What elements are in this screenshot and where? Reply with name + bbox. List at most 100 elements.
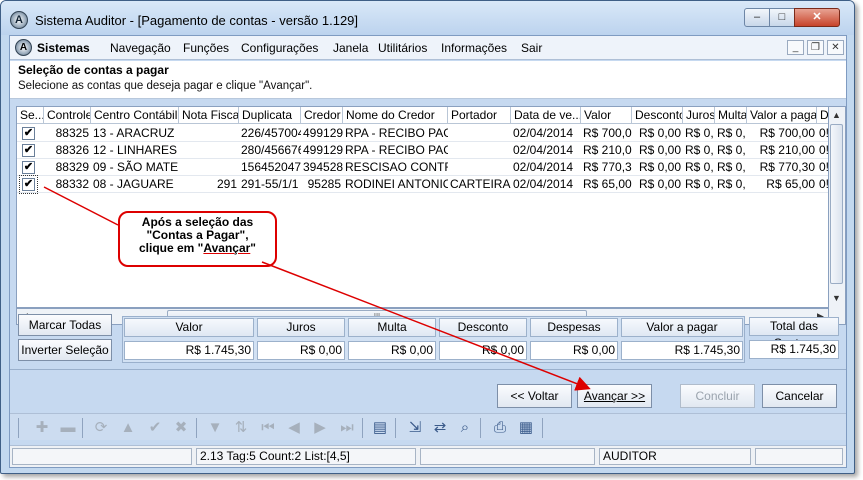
maximize-button[interactable]: □ — [769, 8, 795, 27]
menu-utilitarios[interactable]: Utilitários — [378, 41, 427, 55]
cell-duplicata[interactable]: 1564520471 — [239, 159, 301, 176]
col-header-nota-fiscal[interactable]: Nota Fiscal — [179, 107, 239, 124]
import-icon[interactable]: ⇄ — [430, 418, 450, 438]
scroll-down-icon[interactable]: ▼ — [829, 291, 844, 306]
cell-valor[interactable]: R$ 65,00 — [581, 176, 632, 193]
cell-nome[interactable]: RESCISAO CONTRA — [343, 159, 448, 176]
cell-controle[interactable]: 88329 — [44, 159, 91, 176]
menu-sair[interactable]: Sair — [521, 41, 542, 55]
cell-d[interactable]: 0! — [817, 125, 828, 142]
cell-centro[interactable]: 13 - ARACRUZ — [91, 125, 179, 142]
cell-d[interactable]: 0! — [817, 142, 828, 159]
cell-duplicata[interactable]: 226/457004 — [239, 125, 301, 142]
cell-nota[interactable]: 291 — [179, 176, 239, 193]
up-icon[interactable]: ▲ — [118, 418, 138, 438]
col-header-controle[interactable]: Controle — [44, 107, 91, 124]
print-icon[interactable]: ⎙ — [490, 418, 510, 438]
cell-desconto[interactable]: R$ 0,00 — [632, 176, 683, 193]
cancel-icon[interactable]: ✖ — [171, 418, 191, 438]
col-header-valor[interactable]: Valor — [581, 107, 632, 124]
cell-credor[interactable]: 394528 — [301, 159, 343, 176]
cell-valor-pagar[interactable]: R$ 210,00 — [747, 142, 817, 159]
cell-nota[interactable] — [179, 159, 239, 176]
avancar-button[interactable]: Avançar >> — [577, 384, 652, 408]
col-header-nome-credor[interactable]: Nome do Credor — [343, 107, 448, 124]
col-header-duplicata[interactable]: Duplicata — [239, 107, 301, 124]
table-row[interactable]: ✔ 88326 12 - LINHARES (280/456676 499129 RPA… — [17, 142, 828, 159]
scroll-up-icon[interactable]: ▲ — [829, 108, 844, 123]
cell-data[interactable]: 02/04/2014 — [511, 176, 581, 193]
menu-funcoes[interactable]: Funções — [183, 41, 229, 55]
cancelar-button[interactable]: Cancelar — [762, 384, 837, 408]
sort-icon[interactable]: ⇅ — [231, 418, 251, 438]
col-header-d[interactable]: D — [817, 107, 828, 124]
plus-icon[interactable]: ✚ — [32, 418, 52, 438]
last-icon[interactable]: ⏭ — [337, 418, 357, 438]
cell-centro[interactable]: 08 - JAGUARE — [91, 176, 179, 193]
menu-configuracoes[interactable]: Configurações — [241, 41, 318, 55]
cell-multa[interactable]: R$ 0, — [715, 125, 747, 142]
cell-portador[interactable]: CARTEIRA — [448, 176, 511, 193]
cell-multa[interactable]: R$ 0, — [715, 142, 747, 159]
menu-app-icon[interactable]: A — [15, 39, 32, 56]
cell-desconto[interactable]: R$ 0,00 — [632, 142, 683, 159]
cell-multa[interactable]: R$ 0, — [715, 176, 747, 193]
mdi-minimize-button[interactable]: _ — [787, 40, 804, 55]
mdi-restore-button[interactable]: ❐ — [807, 40, 824, 55]
minus-icon[interactable]: ▬ — [58, 418, 78, 438]
mdi-close-button[interactable]: ✕ — [827, 40, 844, 55]
col-header-desconto[interactable]: Desconto — [632, 107, 683, 124]
cell-nota[interactable] — [179, 125, 239, 142]
vertical-scrollbar[interactable]: ▲ ▼ — [829, 106, 846, 325]
prev-icon[interactable]: ◀ — [284, 418, 304, 438]
check-icon[interactable]: ✔ — [145, 418, 165, 438]
cell-nome[interactable]: RODINEI ANTONIO — [343, 176, 448, 193]
cell-valor[interactable]: R$ 210,0 — [581, 142, 632, 159]
table-row[interactable]: ✔ 88325 13 - ARACRUZ 226/457004 499129 RPA - … — [17, 125, 828, 142]
menu-sistemas[interactable]: Sistemas — [37, 41, 90, 55]
table-row[interactable]: ✔ 88332 08 - JAGUARE 291 291-55/1/1 95285 RODI… — [17, 175, 828, 194]
col-header-centro-contabil[interactable]: Centro Contábil — [91, 107, 179, 124]
filter-icon[interactable]: ▼ — [205, 418, 225, 438]
cell-juros[interactable]: R$ 0, — [683, 176, 715, 193]
cell-portador[interactable] — [448, 142, 511, 159]
close-button[interactable]: ✕ — [794, 8, 840, 27]
cell-valor-pagar[interactable]: R$ 770,30 — [747, 159, 817, 176]
cell-portador[interactable] — [448, 159, 511, 176]
cell-d[interactable]: 0! — [817, 159, 828, 176]
cell-duplicata[interactable]: 291-55/1/1 — [239, 176, 301, 193]
cell-controle[interactable]: 88326 — [44, 142, 91, 159]
cell-credor[interactable]: 499129 — [301, 142, 343, 159]
cell-desconto[interactable]: R$ 0,00 — [632, 159, 683, 176]
marcar-todas-button[interactable]: Marcar Todas — [18, 314, 112, 336]
cell-valor[interactable]: R$ 700,0 — [581, 125, 632, 142]
find-icon[interactable]: ⌕ — [455, 418, 475, 438]
title-bar[interactable]: A Sistema Auditor - [Pagamento de contas… — [1, 1, 854, 35]
cell-d[interactable]: 0! — [817, 176, 828, 193]
col-header-juros[interactable]: Juros — [683, 107, 715, 124]
row-select-checkbox[interactable]: ✔ — [22, 144, 35, 157]
col-header-portador[interactable]: Portador — [448, 107, 511, 124]
cell-data[interactable]: 02/04/2014 — [511, 125, 581, 142]
menu-informacoes[interactable]: Informações — [441, 41, 507, 55]
minimize-button[interactable]: – — [744, 8, 770, 27]
cell-credor[interactable]: 499129 — [301, 125, 343, 142]
col-header-valor-pagar[interactable]: Valor a pagar — [747, 107, 817, 124]
print-preview-icon[interactable]: ▤ — [370, 418, 390, 438]
concluir-button[interactable]: Concluir — [680, 384, 755, 408]
export-icon[interactable]: ⇲ — [405, 418, 425, 438]
cell-valor-pagar[interactable]: R$ 700,00 — [747, 125, 817, 142]
cell-portador[interactable] — [448, 125, 511, 142]
report-icon[interactable]: ▦ — [516, 418, 536, 438]
cell-controle[interactable]: 88325 — [44, 125, 91, 142]
col-header-multa[interactable]: Multa — [715, 107, 747, 124]
next-icon[interactable]: ▶ — [310, 418, 330, 438]
refresh-icon[interactable]: ⟳ — [91, 418, 111, 438]
cell-juros[interactable]: R$ 0, — [683, 142, 715, 159]
row-select-checkbox[interactable]: ✔ — [22, 161, 35, 174]
cell-valor-pagar[interactable]: R$ 65,00 — [747, 176, 817, 193]
cell-nome[interactable]: RPA - RECIBO PAGA — [343, 125, 448, 142]
row-select-checkbox[interactable]: ✔ — [19, 175, 38, 194]
inverter-selecao-button[interactable]: Inverter Seleção — [18, 339, 112, 361]
cell-multa[interactable]: R$ 0, — [715, 159, 747, 176]
